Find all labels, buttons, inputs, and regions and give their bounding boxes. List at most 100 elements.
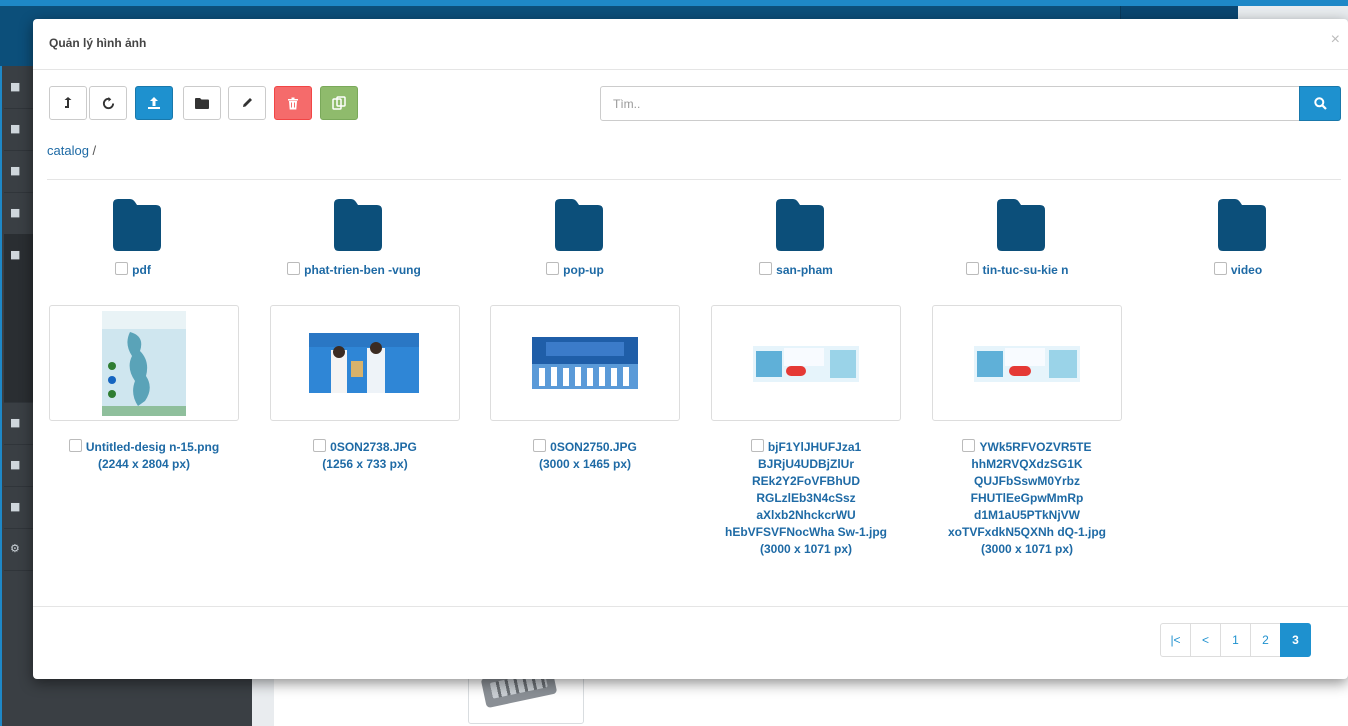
folder-name[interactable]: tin-tuc-su-kie n (983, 263, 1069, 277)
folder-checkbox[interactable] (546, 262, 560, 275)
refresh-button[interactable] (89, 86, 127, 120)
folder-item[interactable]: video (1138, 199, 1338, 284)
image-filename-line[interactable]: BJRjU4UDBjZlUr (711, 456, 901, 473)
trash-icon (288, 97, 298, 109)
puzzle-icon: ■ (10, 500, 21, 513)
folder-icon[interactable] (113, 199, 161, 251)
page-1-button[interactable]: 1 (1220, 623, 1251, 657)
parent-folder-button[interactable] (49, 86, 87, 120)
image-thumbnail[interactable] (490, 305, 680, 421)
search-button[interactable] (1299, 86, 1341, 121)
folder-icon[interactable] (997, 199, 1045, 251)
upload-icon (148, 97, 160, 109)
folder-icon[interactable] (334, 199, 382, 251)
image-thumbnail[interactable] (49, 305, 239, 421)
folder-checkbox[interactable] (115, 262, 129, 275)
image-filename[interactable]: bjF1YlJHUFJza1 (768, 440, 861, 454)
folder-icon[interactable] (1218, 199, 1266, 251)
banner-image (974, 346, 1080, 382)
folder-icon[interactable] (776, 199, 824, 251)
breadcrumb-link-catalog[interactable]: catalog (47, 143, 89, 158)
photo-image (309, 333, 419, 393)
image-filename-line[interactable]: hEbVFSVFNocWha Sw-1.jpg (711, 524, 901, 541)
modal-header: Quản lý hình ảnh × (33, 19, 1348, 70)
puzzle-icon: ■ (10, 164, 21, 177)
image-filename-line[interactable]: FHUTlEeGpwMmRp (932, 490, 1122, 507)
divider (47, 179, 1341, 180)
close-icon[interactable]: × (1331, 31, 1340, 49)
image-dimensions: (3000 x 1071 px) (759, 542, 853, 556)
folder-checkbox[interactable] (1213, 262, 1227, 275)
image-filename[interactable]: 0SON2738.JPG (330, 440, 417, 454)
puzzle-icon: ■ (10, 416, 21, 429)
new-folder-button[interactable] (183, 86, 221, 120)
image-manager-modal: Quản lý hình ảnh × catalog / pdf phat-tr… (33, 19, 1348, 679)
image-filename-line[interactable]: xoTVFxdkN5QXNh dQ-1.jpg (932, 524, 1122, 541)
puzzle-icon: ■ (10, 458, 21, 471)
breadcrumb-separator: / (92, 143, 97, 158)
delete-button[interactable] (274, 86, 312, 120)
image-dimensions: (1256 x 733 px) (322, 457, 408, 471)
image-checkbox[interactable] (750, 439, 764, 452)
folder-item[interactable]: pop-up (475, 199, 675, 284)
puzzle-icon: ■ (10, 206, 21, 219)
copy-icon (332, 96, 346, 110)
image-checkbox[interactable] (962, 439, 976, 452)
image-filename[interactable]: Untitled-desig n-15.png (86, 440, 219, 454)
pencil-icon (243, 98, 252, 107)
first-page-button[interactable]: |< (1160, 623, 1191, 657)
puzzle-icon: ■ (10, 248, 21, 261)
folder-item[interactable]: san-pham (696, 199, 896, 284)
image-dimensions: (3000 x 1465 px) (538, 457, 632, 471)
copy-button[interactable] (320, 86, 358, 120)
page-3-button[interactable]: 3 (1280, 623, 1311, 657)
image-thumbnail[interactable] (932, 305, 1122, 421)
image-checkbox[interactable] (533, 439, 547, 452)
admin-header (0, 0, 1348, 66)
folder-checkbox[interactable] (759, 262, 773, 275)
image-filename-line[interactable]: REk2Y2FoVFBhUD (711, 473, 901, 490)
puzzle-icon: ■ (10, 122, 21, 135)
folder-name[interactable]: phat-trien-ben -vung (304, 263, 421, 277)
image-thumbnail[interactable] (270, 305, 460, 421)
refresh-icon (102, 96, 114, 109)
pagination: |< < 1 2 3 (1160, 623, 1311, 659)
banner-image (753, 346, 859, 382)
gear-icon: ⚙ (10, 542, 20, 555)
poster-image (102, 311, 186, 416)
folder-checkbox[interactable] (287, 262, 301, 275)
folder-name[interactable]: video (1231, 263, 1262, 277)
image-filename[interactable]: YWk5RFVOZVR5TE (979, 440, 1091, 454)
image-filename-line[interactable]: aXlxb2NhckcrWU (711, 507, 901, 524)
folder-checkbox[interactable] (965, 262, 979, 275)
folder-name[interactable]: san-pham (776, 263, 833, 277)
image-thumbnail[interactable] (711, 305, 901, 421)
level-up-icon (64, 97, 72, 108)
footer-divider (33, 606, 1348, 607)
search-input[interactable] (600, 86, 1300, 121)
folder-name[interactable]: pop-up (563, 263, 604, 277)
folder-item[interactable]: pdf (33, 199, 233, 284)
image-filename-line[interactable]: RGLzlEb3N4cSsz (711, 490, 901, 507)
modal-title: Quản lý hình ảnh (49, 36, 147, 50)
image-dimensions: (2244 x 2804 px) (97, 457, 191, 471)
folder-item[interactable]: tin-tuc-su-kie n (917, 199, 1117, 284)
breadcrumb: catalog / (47, 143, 96, 158)
image-filename-line[interactable]: QUJFbSswM0Yrbz (932, 473, 1122, 490)
folder-name[interactable]: pdf (132, 263, 151, 277)
prev-page-button[interactable]: < (1190, 623, 1221, 657)
image-filename-line[interactable]: hhM2RVQXdzSG1K (932, 456, 1122, 473)
search-icon (1313, 97, 1327, 110)
image-filename[interactable]: 0SON2750.JPG (550, 440, 637, 454)
upload-button[interactable] (135, 86, 173, 120)
puzzle-icon: ■ (10, 80, 21, 93)
folder-item[interactable]: phat-trien-ben -vung (254, 199, 454, 284)
image-checkbox[interactable] (68, 439, 82, 452)
group-photo-image (532, 337, 638, 389)
image-checkbox[interactable] (313, 439, 327, 452)
image-dimensions: (3000 x 1071 px) (980, 542, 1074, 556)
page-2-button[interactable]: 2 (1250, 623, 1281, 657)
image-filename-line[interactable]: d1M1aU5PTkNjVW (932, 507, 1122, 524)
rename-button[interactable] (228, 86, 266, 120)
folder-icon[interactable] (555, 199, 603, 251)
